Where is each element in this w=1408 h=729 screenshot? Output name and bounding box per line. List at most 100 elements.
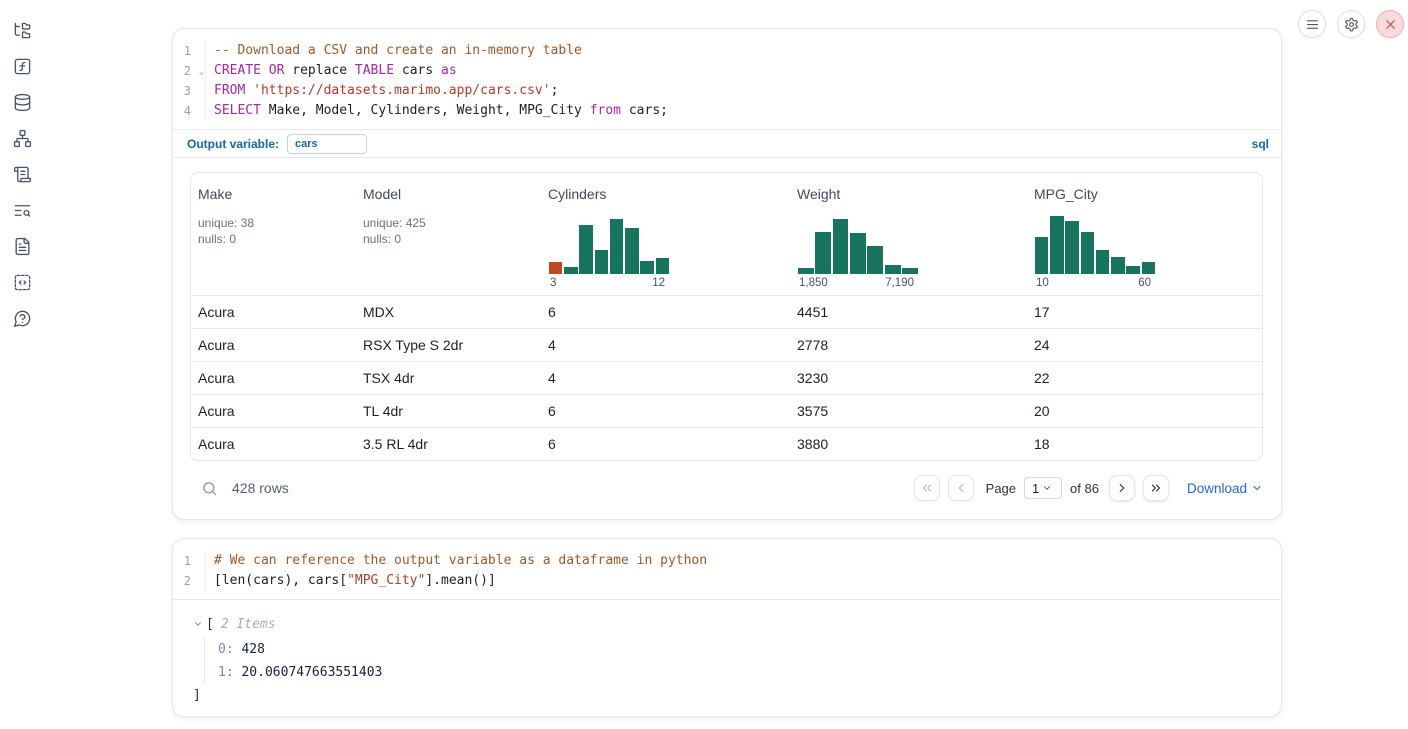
file-tree-icon[interactable] [11,20,33,40]
data-table: Make unique: 38 nulls: 0 Model unique: 4… [190,172,1263,461]
hist-bar[interactable] [1065,221,1079,274]
dependency-graph-icon[interactable] [11,128,33,148]
hist-bar[interactable] [1111,257,1125,274]
mpg-city-histogram[interactable]: 1060 [1034,216,1156,295]
hist-bar[interactable] [656,258,670,274]
hist-bar[interactable] [640,261,654,274]
hist-bar[interactable] [1050,216,1064,274]
open-bracket: [ [206,617,214,632]
hist-bar[interactable] [1126,266,1140,274]
line-gutter: 1 [173,551,206,571]
settings-button[interactable] [1337,10,1365,38]
hist-bar[interactable] [549,262,563,274]
help-bubble-icon[interactable] [11,308,33,328]
next-page-button[interactable] [1109,475,1135,501]
hist-bar[interactable] [610,219,624,274]
table-body: AcuraMDX6445117AcuraRSX Type S 2dr427782… [191,295,1262,460]
close-bracket: ] [193,686,1261,706]
hist-bar[interactable] [885,265,901,274]
hist-bar[interactable] [579,225,593,274]
column-header-cylinders[interactable]: Cylinders 312 [541,186,790,295]
last-page-button[interactable] [1143,475,1169,501]
code-snippet-icon[interactable] [11,272,33,292]
hist-bar[interactable] [902,268,918,274]
line-gutter: 1 [173,41,206,61]
tree-items: 0: 4281: 20.060747663551403 [204,638,1261,684]
database-icon[interactable] [11,92,33,112]
hist-bar[interactable] [1035,237,1049,274]
sidebar [0,0,44,328]
page-total: of 86 [1070,481,1099,496]
output-variable-row: Output variable: sql [173,129,1281,157]
table-row[interactable]: AcuraTSX 4dr4323022 [191,361,1262,394]
code-line[interactable]: 4SELECT Make, Model, Cylinders, Weight, … [173,101,1281,121]
tree-root[interactable]: [ 2 Items [193,614,1261,634]
sql-editor[interactable]: 1-- Download a CSV and create an in-memo… [173,29,1281,129]
line-gutter: 2 [173,571,206,591]
chevrons-right-icon [1149,481,1163,495]
menu-button[interactable] [1298,10,1326,38]
python-cell: 1# We can reference the output variable … [172,538,1282,717]
table-header: Make unique: 38 nulls: 0 Model unique: 4… [191,173,1262,295]
code-line[interactable]: 1# We can reference the output variable … [173,551,1281,571]
row-count: 428 rows [232,480,289,496]
page-select[interactable]: 1 [1024,477,1062,499]
menu-icon [1305,17,1320,32]
column-header-make[interactable]: Make unique: 38 nulls: 0 [191,186,356,295]
python-editor[interactable]: 1# We can reference the output variable … [173,539,1281,599]
table-row[interactable]: AcuraRSX Type S 2dr4277824 [191,328,1262,361]
hist-bar[interactable] [1142,262,1156,274]
hist-bar[interactable] [867,246,883,274]
table-row[interactable]: Acura3.5 RL 4dr6388018 [191,427,1262,460]
cylinders-histogram[interactable]: 312 [548,216,670,295]
text-search-icon[interactable] [11,200,33,220]
column-stats: unique: 425 nulls: 0 [363,215,541,247]
previous-page-button[interactable] [948,475,974,501]
hist-bar[interactable] [1081,232,1095,274]
code-line[interactable]: 2[len(cars), cars["MPG_City"].mean()] [173,571,1281,591]
code-line[interactable]: 2⌄CREATE OR replace TABLE cars as [173,61,1281,81]
column-header-weight[interactable]: Weight 1,8507,190 [790,186,1027,295]
list-item: 0: 428 [218,638,1261,661]
table-row[interactable]: AcuraTL 4dr6357520 [191,394,1262,427]
code-line[interactable]: 1-- Download a CSV and create an in-memo… [173,41,1281,61]
hist-bar[interactable] [850,233,866,274]
close-icon [1383,17,1398,32]
language-badge: sql [1252,137,1269,151]
sql-cell: 1-- Download a CSV and create an in-memo… [172,28,1282,520]
output-variable-input[interactable] [287,134,367,154]
line-gutter: 4 [173,101,206,121]
scroll-icon[interactable] [11,164,33,184]
output-variable-label: Output variable: [187,137,279,151]
hist-bar[interactable] [798,268,814,274]
hist-bar[interactable] [833,219,849,274]
code-line[interactable]: 3FROM 'https://datasets.marimo.app/cars.… [173,81,1281,101]
notebook: 1-- Download a CSV and create an in-memo… [172,28,1282,717]
table-row[interactable]: AcuraMDX6445117 [191,295,1262,328]
function-square-icon[interactable] [11,56,33,76]
table-search-button[interactable] [200,478,218,498]
table-footer: 428 rows Page 1 of 86 Download [190,473,1263,503]
window-controls [1298,10,1404,38]
line-gutter: 2⌄ [173,61,206,81]
hist-bar[interactable] [1096,250,1110,274]
chevrons-left-icon [920,481,934,495]
hist-bar[interactable] [595,250,609,274]
download-button[interactable]: Download [1187,481,1263,496]
chevron-down-icon [1251,482,1263,494]
column-header-mpg-city[interactable]: MPG_City 1060 [1027,186,1262,295]
chevron-down-icon [193,619,203,629]
chevron-right-icon [1115,481,1129,495]
sql-cell-output: Make unique: 38 nulls: 0 Model unique: 4… [173,157,1281,519]
hist-bar[interactable] [564,267,578,274]
chevron-left-icon [954,481,968,495]
column-header-model[interactable]: Model unique: 425 nulls: 0 [356,186,541,295]
close-button[interactable] [1376,10,1404,38]
search-icon [201,480,218,497]
weight-histogram[interactable]: 1,8507,190 [797,216,919,295]
first-page-button[interactable] [914,475,940,501]
hist-bar[interactable] [815,232,831,274]
fold-chevron-icon[interactable]: ⌄ [199,62,204,82]
hist-bar[interactable] [625,228,639,274]
document-icon[interactable] [11,236,33,256]
